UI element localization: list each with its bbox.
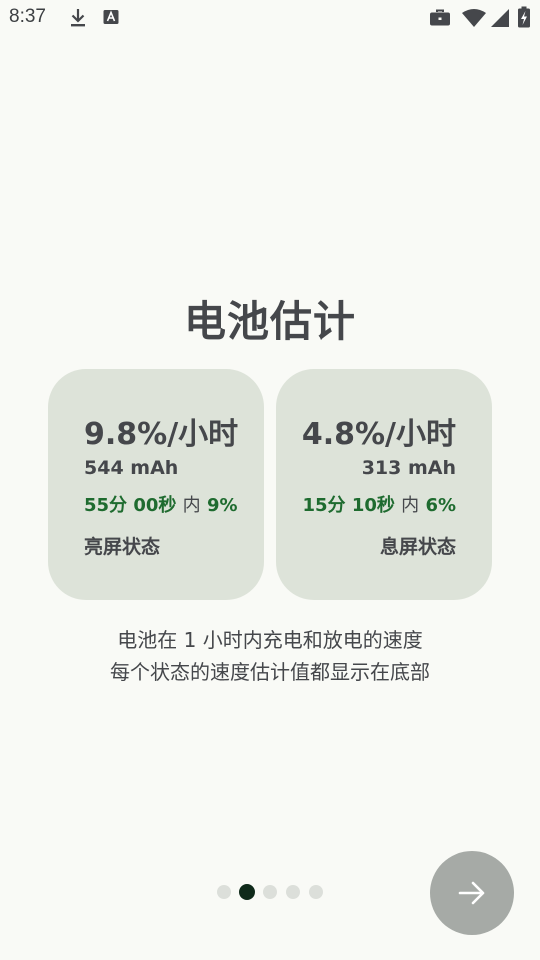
screen-off-duration-line: 15分 10秒 内 6% xyxy=(303,491,457,517)
screen-off-within: 内 xyxy=(401,495,420,516)
screen-on-mah: 544 mAh xyxy=(84,457,179,479)
screen-on-duration-line: 55分 00秒 内 9% xyxy=(84,491,238,517)
next-button[interactable] xyxy=(430,851,514,935)
screen-off-duration: 15分 10秒 xyxy=(302,495,395,516)
screen-off-state-label: 息屏状态 xyxy=(379,536,456,558)
screen-off-card: 4.8%/小时 313 mAh 15分 10秒 内 6% 息屏状态 xyxy=(276,369,492,600)
page-description: 电池在 1 小时内充电和放电的速度 每个状态的速度估计值都显示在底部 xyxy=(0,624,540,688)
page-dot[interactable] xyxy=(286,885,300,899)
page-title: 电池估计 xyxy=(183,297,356,346)
download-icon xyxy=(69,8,87,32)
status-bar: 8:37 xyxy=(0,0,540,36)
screen-on-within: 内 xyxy=(182,495,201,516)
screen-off-mah: 313 mAh xyxy=(361,457,456,479)
screen-on-rate: 9.8%/小时 xyxy=(84,417,239,452)
screen-off-percent: 6% xyxy=(425,495,456,516)
description-line-2: 每个状态的速度估计值都显示在底部 xyxy=(110,660,430,684)
page-dot[interactable] xyxy=(263,885,277,899)
status-time: 8:37 xyxy=(9,6,46,27)
screen-off-rate: 4.8%/小时 xyxy=(301,417,456,452)
screen-on-card: 9.8%/小时 544 mAh 55分 00秒 内 9% 亮屏状态 xyxy=(48,369,264,600)
screen-on-state-label: 亮屏状态 xyxy=(84,536,161,558)
signal-icon xyxy=(490,8,510,32)
screen-on-duration: 55分 00秒 xyxy=(84,495,177,516)
page-dot-active[interactable] xyxy=(239,884,255,900)
wifi-icon xyxy=(461,8,487,32)
battery-charging-icon xyxy=(517,6,531,32)
screen-on-percent: 9% xyxy=(206,495,238,516)
briefcase-icon xyxy=(429,8,451,32)
arrow-right-icon xyxy=(458,881,485,905)
page-dot[interactable] xyxy=(217,885,231,899)
description-line-1: 电池在 1 小时内充电和放电的速度 xyxy=(117,628,423,652)
text-a-icon xyxy=(103,8,119,30)
page-dot[interactable] xyxy=(309,885,323,899)
